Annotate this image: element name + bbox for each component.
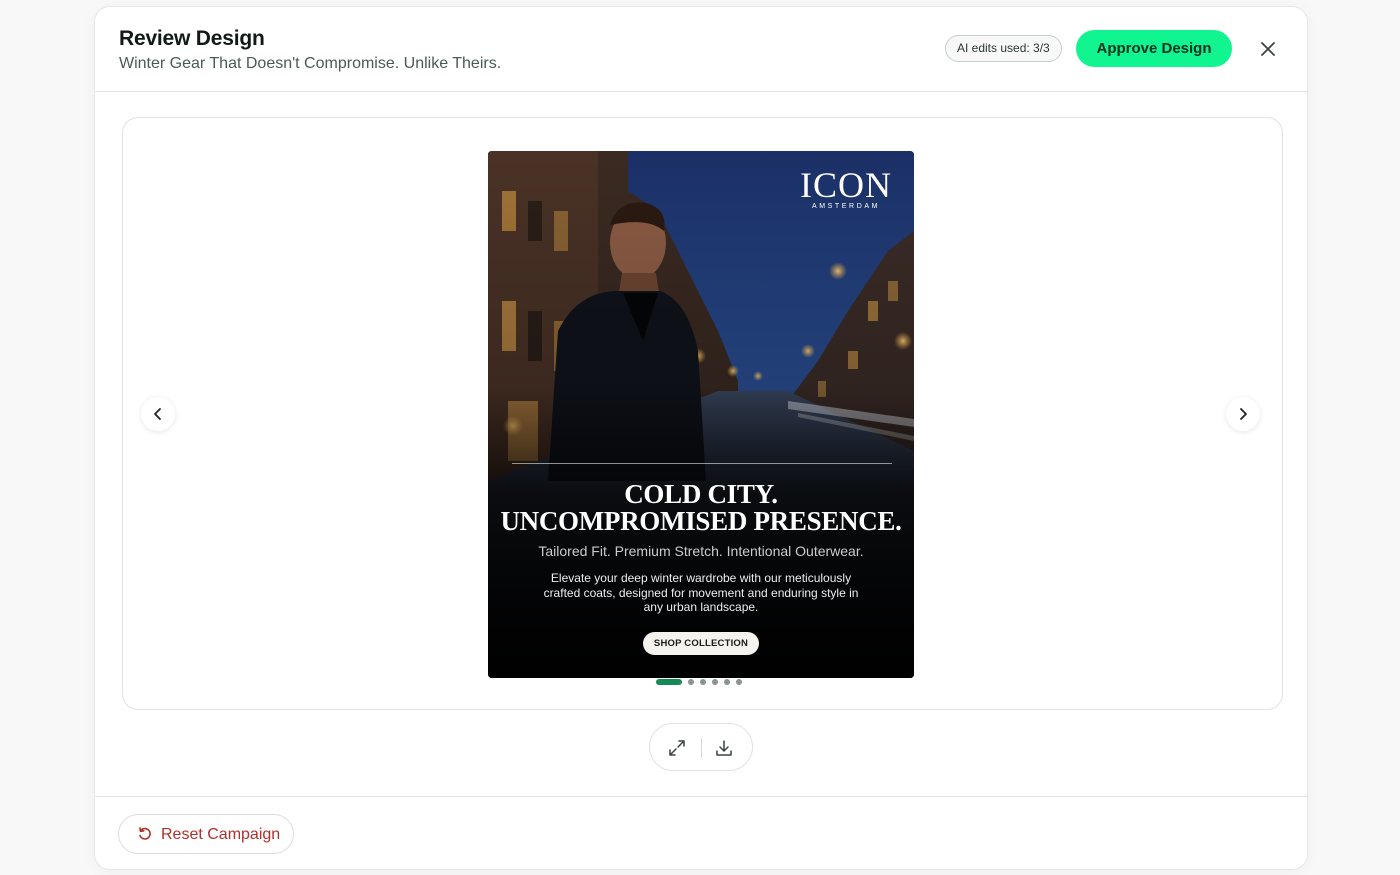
ad-headline-line-1: COLD CITY. (624, 479, 778, 509)
campaign-subtitle: Winter Gear That Doesn't Compromise. Unl… (119, 55, 502, 72)
slide-indicator (656, 679, 742, 685)
slide-dot[interactable] (700, 679, 706, 685)
slide-dot[interactable] (724, 679, 730, 685)
ad-creative: ICON AMSTERDAM COLD CITY. UNCOMPROMISED … (488, 151, 914, 678)
reset-campaign-button[interactable]: Reset Campaign (118, 814, 294, 854)
ad-divider (512, 463, 892, 464)
slide-dot[interactable] (712, 679, 718, 685)
download-icon (716, 740, 732, 756)
slide-dot[interactable] (656, 679, 682, 685)
review-design-modal: Review Design Winter Gear That Doesn't C… (94, 6, 1308, 870)
slide-dot[interactable] (736, 679, 742, 685)
ad-tagline: Tailored Fit. Premium Stretch. Intention… (538, 543, 864, 559)
download-button[interactable] (713, 737, 735, 759)
expand-button[interactable] (666, 737, 688, 759)
approve-design-button[interactable]: Approve Design (1076, 30, 1232, 67)
next-slide-button[interactable] (1226, 397, 1260, 431)
close-button[interactable] (1257, 38, 1279, 60)
expand-icon (669, 740, 685, 756)
previous-slide-button[interactable] (141, 397, 175, 431)
ai-edits-badge: AI edits used: 3/3 (945, 35, 1062, 62)
brand-location: AMSTERDAM (811, 203, 881, 210)
design-preview-canvas: ICON AMSTERDAM COLD CITY. UNCOMPROMISED … (122, 117, 1283, 710)
shop-collection-button[interactable]: SHOP COLLECTION (643, 632, 759, 655)
brand-name: ICON (800, 165, 892, 205)
slide-dot[interactable] (688, 679, 694, 685)
preview-toolbar (649, 723, 753, 771)
modal-footer: Reset Campaign (95, 796, 1307, 871)
chevron-left-icon (154, 408, 161, 420)
brand-logo: ICON AMSTERDAM (800, 165, 892, 210)
ad-headline: COLD CITY. UNCOMPROMISED PRESENCE. (488, 481, 914, 535)
ad-body-copy: Elevate your deep winter wardrobe with o… (543, 571, 859, 614)
ad-headline-line-2: UNCOMPROMISED PRESENCE. (500, 506, 902, 536)
modal-header: Review Design Winter Gear That Doesn't C… (95, 7, 1307, 92)
reset-icon (139, 827, 151, 840)
page-title: Review Design (119, 27, 265, 50)
reset-campaign-label: Reset Campaign (161, 826, 281, 843)
close-icon (1261, 42, 1275, 56)
chevron-right-icon (1240, 408, 1247, 420)
toolbar-divider (701, 738, 702, 758)
